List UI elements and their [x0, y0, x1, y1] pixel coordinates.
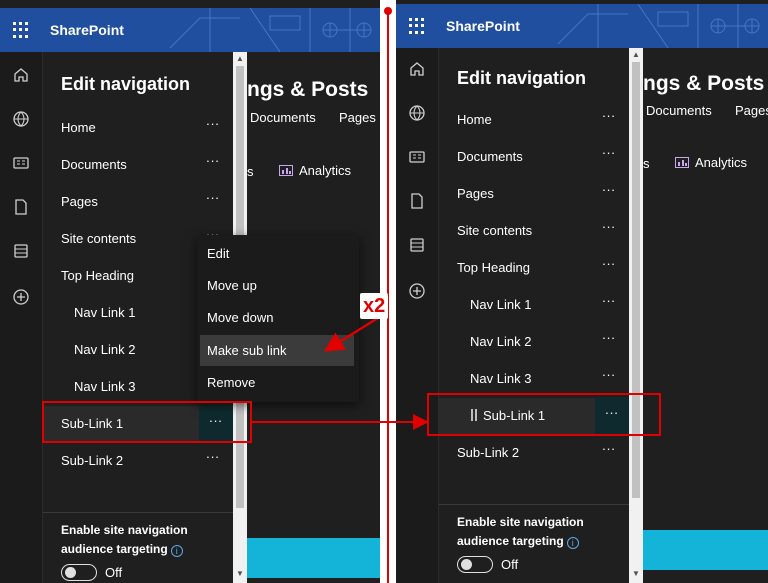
repeat-count-label: x2: [360, 293, 389, 319]
annotation-arrows: [252, 316, 429, 430]
arrow-to-make-sub-link: [323, 316, 379, 352]
